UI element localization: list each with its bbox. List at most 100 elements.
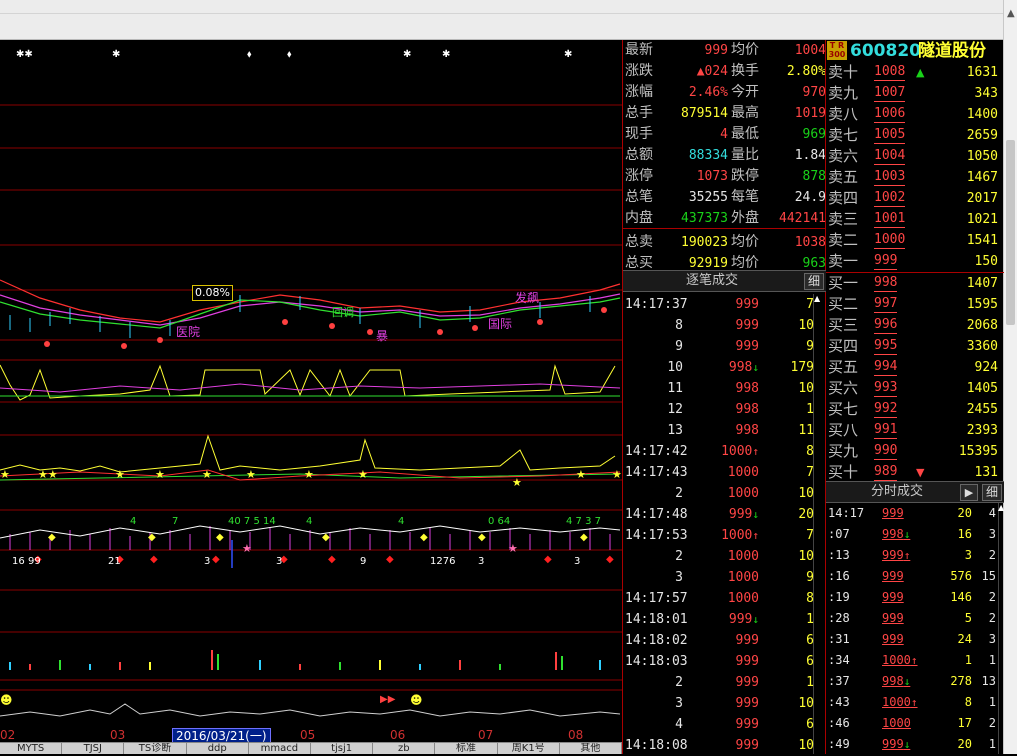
svg-text:◆: ◆ — [322, 532, 330, 543]
book-price: 1005 — [874, 127, 906, 144]
timeshare-price: 999 — [882, 503, 904, 524]
timeshare-detail-button[interactable]: 细 — [982, 484, 1002, 501]
quote-value: 1038 — [794, 235, 826, 250]
down-arrow-icon: ↓ — [903, 675, 911, 688]
timeshare-row: :16 999 576 15 — [826, 566, 998, 587]
quote-value: 88334 — [688, 148, 728, 163]
buy-level[interactable]: 买七 992 2455 — [826, 399, 1004, 420]
window-scrollbar[interactable]: ▲ — [1003, 0, 1017, 754]
timeshare-count: 15 — [981, 569, 996, 583]
tick-row: 13 998 11 — [623, 420, 818, 441]
svg-text:☻: ☻ — [410, 693, 423, 707]
tab-ts-diagnosis[interactable]: TS诊断 — [124, 743, 187, 754]
tick-volume: 6 — [806, 633, 814, 648]
book-label: 买九 — [828, 442, 859, 460]
tab-zb[interactable]: zb — [373, 743, 436, 754]
tick-price-value: 999 — [735, 675, 759, 690]
quote-row: 内盘 437373 外盘 442141 — [623, 208, 826, 229]
sell-level[interactable]: 卖六 1004 1050 — [826, 146, 1004, 167]
sell-level[interactable]: 卖十 1008 ▲ 1631 — [826, 62, 1004, 83]
scroll-up-icon[interactable]: ▲ — [998, 503, 1004, 512]
sell-level[interactable]: 卖七 1005 2659 — [826, 125, 1004, 146]
sell-level[interactable]: 卖五 1003 1467 — [826, 167, 1004, 188]
book-qty: 131 — [974, 465, 998, 480]
tab-mmacd[interactable]: mmacd — [249, 743, 312, 754]
book-qty: 1405 — [966, 381, 998, 396]
buy-level[interactable]: 买八 991 2393 — [826, 420, 1004, 441]
svg-text:◆: ◆ — [478, 532, 486, 543]
tick-trades-panel: 逐笔成交 细 ▲ 14:17:37 999 7 8 999 10 9 999 9 10 998↓ 17… — [622, 270, 826, 754]
svg-text:✱: ✱ — [112, 49, 120, 60]
buy-level[interactable]: 买五 994 924 — [826, 357, 1004, 378]
tick-price-value: 999 — [735, 738, 759, 753]
book-qty: 1595 — [966, 297, 998, 312]
buy-level[interactable]: 买三 996 2068 — [826, 315, 1004, 336]
svg-text:▶▶: ▶▶ — [380, 694, 396, 705]
quote-label: 量比 — [731, 147, 759, 163]
quote-label: 最高 — [731, 105, 759, 121]
book-qty: 2455 — [966, 402, 998, 417]
sell-level[interactable]: 卖九 1007 343 — [826, 83, 1004, 104]
tick-row: 8 999 10 — [623, 315, 818, 336]
svg-text:16: 16 — [12, 556, 25, 567]
tick-volume: 7 — [806, 528, 814, 543]
tick-row: 14:17:48 999↓ 20 — [623, 504, 818, 525]
tab-ddp[interactable]: ddp — [187, 743, 249, 754]
scrollbar-thumb[interactable] — [1006, 140, 1015, 325]
timeshare-price: 999 — [882, 587, 904, 608]
month-label-4: 07 — [478, 728, 494, 742]
buy-level[interactable]: 买十 989 ▼ 131 — [826, 462, 1004, 483]
tick-price: 999↓ — [699, 504, 759, 525]
book-qty: 1050 — [966, 149, 998, 164]
timeshare-row: :46 1000 17 2 — [826, 713, 998, 734]
buy-level[interactable]: 买一 998 1407 — [826, 273, 1004, 294]
buy-level[interactable]: 买六 993 1405 — [826, 378, 1004, 399]
svg-text:◆: ◆ — [386, 554, 394, 565]
tick-price: 998 — [699, 420, 759, 441]
svg-text:3: 3 — [574, 556, 580, 567]
timeshare-row: :37 998↓ 278 13 — [826, 671, 998, 692]
tick-price: 1000 — [699, 462, 759, 483]
tick-price: 1000 — [699, 546, 759, 567]
tick-detail-button[interactable]: 细 — [804, 273, 824, 290]
sell-level[interactable]: 卖三 1001 1021 — [826, 209, 1004, 230]
kline-chart-area[interactable]: ✱✱ ✱ ⬧ ⬧ ✱ ✱ ✱ 医院暴国际 发飙 回调 ★ ★★ ★ ★ ★ ★ ★ ★ ★ ★ ★ ◆ ◆ ◆ ◆ ◆ ◆ ◆… — [0, 40, 622, 754]
timeshare-time: :31 — [828, 632, 850, 646]
tab-standard[interactable]: 标准 — [435, 743, 498, 754]
tab-weekly-k1[interactable]: 周K1号 — [498, 743, 560, 754]
book-price: 998 — [874, 275, 898, 292]
book-qty: 1400 — [966, 107, 998, 122]
quote-value: 879514 — [681, 106, 728, 121]
book-price: 994 — [874, 359, 898, 376]
timeshare-time: 14:17 — [828, 506, 865, 520]
svg-text:⬧: ⬧ — [287, 49, 292, 60]
tab-tjsj1[interactable]: tjsj1 — [311, 743, 374, 754]
svg-text:★: ★ — [512, 476, 522, 489]
timeshare-scrollbar[interactable]: ▲ — [998, 503, 1004, 754]
sell-level[interactable]: 卖一 999 150 — [826, 251, 1004, 272]
sell-level[interactable]: 卖二 1000 1541 — [826, 230, 1004, 251]
buy-level[interactable]: 买二 997 1595 — [826, 294, 1004, 315]
tab-tjsj[interactable]: TJSJ — [62, 743, 125, 754]
tick-price: 998 — [699, 399, 759, 420]
scroll-up-icon[interactable]: ▲ — [1007, 8, 1015, 19]
tick-price-value: 1000 — [721, 444, 753, 459]
timeshare-count: 2 — [988, 611, 996, 625]
up-arrow-icon: ↑ — [910, 696, 918, 709]
play-button[interactable]: ▶ — [960, 484, 978, 501]
buy-level[interactable]: 买四 995 3360 — [826, 336, 1004, 357]
tick-volume: 179 — [790, 360, 814, 375]
quote-row: 总卖 190023 均价 1038 — [623, 232, 826, 253]
buy-level[interactable]: 买九 990 15395 — [826, 441, 1004, 462]
sell-level[interactable]: 卖四 1002 2017 — [826, 188, 1004, 209]
timeshare-volume: 20 — [957, 737, 972, 751]
book-label: 买六 — [828, 379, 859, 397]
tab-myts[interactable]: MYTS — [0, 743, 63, 754]
svg-text:4: 4 — [398, 516, 404, 527]
tick-volume: 9 — [806, 570, 814, 585]
book-label: 卖五 — [828, 168, 859, 186]
quote-label: 最新 — [625, 42, 653, 58]
timeshare-price: 999 — [882, 608, 904, 629]
tab-other[interactable]: 其他 — [560, 743, 622, 754]
sell-level[interactable]: 卖八 1006 1400 — [826, 104, 1004, 125]
